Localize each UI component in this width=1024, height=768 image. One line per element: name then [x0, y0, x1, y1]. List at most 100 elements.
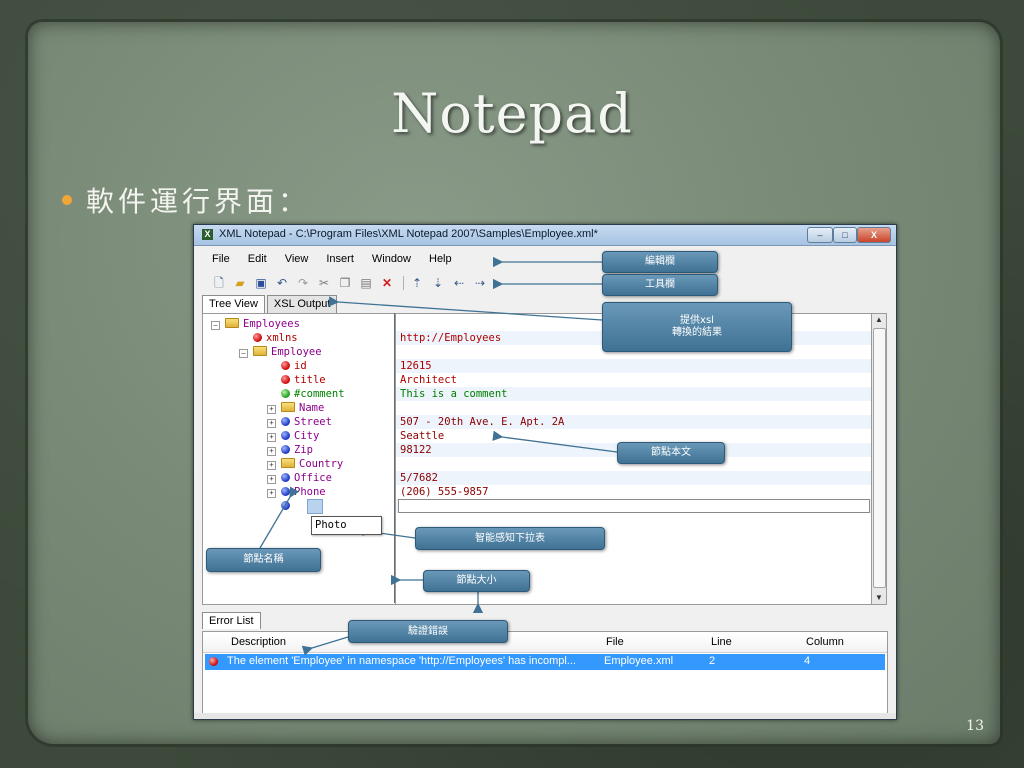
nudge-left-icon[interactable]: ⇠ [452, 276, 466, 290]
column-file[interactable]: File [606, 636, 624, 648]
tree-node-label: Name [299, 402, 325, 414]
callout-node-size: 節點大小 [423, 570, 530, 592]
expand-icon[interactable]: + [267, 433, 276, 442]
collapse-icon[interactable]: – [239, 349, 248, 358]
save-icon[interactable]: ▣ [254, 276, 268, 290]
folder-icon [253, 346, 267, 356]
tree-node-label: Zip [294, 444, 313, 456]
menu-file[interactable]: File [212, 253, 230, 265]
minimize-button[interactable]: – [807, 227, 833, 243]
status-bar [194, 713, 896, 719]
callout-xsl-line2: 轉換的結果 [672, 327, 722, 338]
menu-view[interactable]: View [285, 253, 309, 265]
callout-node-text: 節點本文 [617, 442, 725, 464]
tree-node[interactable]: + Country [267, 457, 343, 471]
close-button[interactable]: X [857, 227, 891, 243]
expand-icon[interactable]: + [267, 419, 276, 428]
nudge-down-icon[interactable]: ⇣ [431, 276, 445, 290]
menu-insert[interactable]: Insert [326, 253, 354, 265]
tree-node[interactable]: + Name [267, 401, 324, 415]
scroll-up-icon[interactable]: ▲ [872, 314, 886, 326]
tree-node[interactable]: title [267, 373, 326, 387]
node-value[interactable]: (206) 555-9857 [400, 485, 489, 499]
tree-node[interactable]: + Phone [267, 485, 326, 499]
collapse-icon[interactable]: – [211, 321, 220, 330]
menu-window[interactable]: Window [372, 253, 411, 265]
node-value[interactable]: 98122 [400, 443, 432, 457]
column-column[interactable]: Column [806, 636, 844, 648]
value-row-stripe [396, 471, 872, 485]
expand-icon[interactable]: + [267, 405, 276, 414]
redo-icon[interactable]: ↷ [296, 276, 310, 290]
paste-icon[interactable]: ▤ [359, 276, 373, 290]
node-value[interactable]: 5/7682 [400, 471, 438, 485]
scroll-down-icon[interactable]: ▼ [872, 592, 886, 604]
tab-error-list[interactable]: Error List [202, 612, 261, 629]
xml-notepad-window: X XML Notepad - C:\Program Files\XML Not… [193, 224, 897, 720]
maximize-button[interactable]: □ [833, 227, 857, 243]
tree-node[interactable]: + Zip [267, 443, 313, 457]
value-row-stripe [396, 359, 872, 373]
element-node-icon [281, 431, 290, 440]
tab-xsl-output[interactable]: XSL Output [266, 295, 338, 313]
error-line: 2 [709, 655, 716, 667]
scroll-thumb[interactable] [873, 328, 886, 588]
tree-node[interactable]: – Employee [239, 345, 322, 359]
element-node-icon [281, 445, 290, 454]
error-list: Description File Line Column The element… [202, 631, 888, 715]
tree-node[interactable]: + Street [267, 415, 332, 429]
undo-icon[interactable]: ↶ [275, 276, 289, 290]
tree-node[interactable]: id [267, 359, 307, 373]
slide-number: 13 [966, 718, 984, 734]
toolbar-separator [403, 276, 404, 290]
error-row[interactable]: The element 'Employee' in namespace 'htt… [205, 654, 885, 670]
comment-node-icon [281, 389, 290, 398]
tab-tree-view[interactable]: Tree View [202, 295, 265, 313]
expand-icon[interactable]: + [267, 489, 276, 498]
node-value[interactable]: This is a comment [400, 387, 507, 401]
folder-icon [281, 458, 295, 468]
app-icon[interactable]: X [202, 229, 213, 240]
menu-edit[interactable]: Edit [248, 253, 267, 265]
copy-icon[interactable]: ❐ [338, 276, 352, 290]
nudge-up-icon[interactable]: ⇡ [410, 276, 424, 290]
delete-icon[interactable]: ✕ [380, 276, 394, 290]
tree-node[interactable]: #comment [267, 387, 345, 401]
tree-node[interactable]: xmlns [239, 331, 298, 345]
node-value[interactable]: 12615 [400, 359, 432, 373]
element-node-icon [281, 487, 290, 496]
new-icon[interactable]: 🗋 [212, 276, 226, 290]
expand-icon[interactable]: + [267, 461, 276, 470]
error-list-header: Description File Line Column [203, 634, 887, 653]
column-description[interactable]: Description [231, 636, 286, 648]
callout-toolbar: 工具欄 [602, 274, 718, 296]
vertical-scrollbar[interactable]: ▲ ▼ [871, 313, 887, 605]
expand-icon[interactable]: + [267, 447, 276, 456]
node-value-editor[interactable] [398, 499, 870, 513]
intellisense-dropdown[interactable]: Photo [311, 516, 382, 535]
node-value[interactable]: Architect [400, 373, 457, 387]
column-line[interactable]: Line [711, 636, 732, 648]
cut-icon[interactable]: ✂ [317, 276, 331, 290]
error-file: Employee.xml [604, 655, 674, 667]
node-name-editor[interactable] [307, 499, 323, 514]
nudge-right-icon[interactable]: ⇢ [473, 276, 487, 290]
node-value[interactable]: Seattle [400, 429, 444, 443]
tree-node[interactable]: + City [267, 429, 319, 443]
element-node-icon [281, 417, 290, 426]
menu-help[interactable]: Help [429, 253, 452, 265]
node-value[interactable]: 507 - 20th Ave. E. Apt. 2A [400, 415, 564, 429]
expand-icon[interactable]: + [267, 475, 276, 484]
title-bar[interactable]: X XML Notepad - C:\Program Files\XML Not… [194, 225, 896, 246]
open-icon[interactable]: ▰ [233, 276, 247, 290]
menu-bar: File Edit View Insert Window Help [194, 248, 896, 270]
tree-node[interactable]: + Office [267, 471, 332, 485]
tree-node[interactable]: – Employees [211, 317, 300, 331]
error-description: The element 'Employee' in namespace 'htt… [227, 655, 576, 667]
node-value[interactable]: http://Employees [400, 331, 501, 345]
tree-node[interactable] [267, 499, 294, 513]
slide-title: Notepad [391, 82, 633, 145]
bullet-text: 軟件運行界面： [86, 185, 311, 218]
tree-node-label: City [294, 430, 320, 442]
tree-node-label: id [294, 360, 307, 372]
